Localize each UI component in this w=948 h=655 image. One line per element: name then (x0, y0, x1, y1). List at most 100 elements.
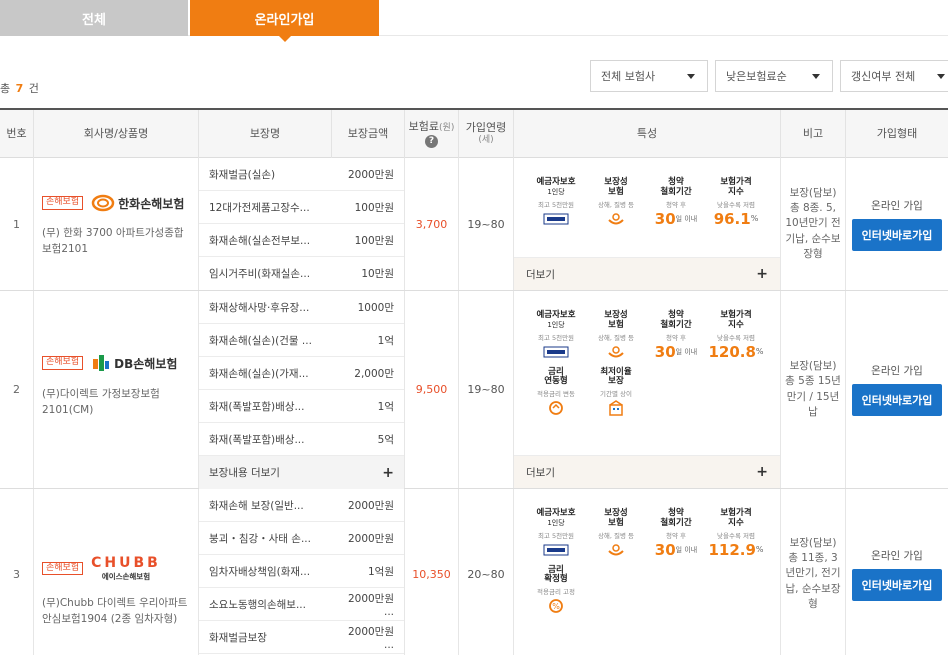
hanwha-logo: 한화손해보험 (91, 194, 184, 212)
feature-price-index: 보험가격 지수 낮을수록 저렴 96.1% (713, 177, 759, 228)
product-name[interactable]: (무)Chubb 다이렉트 우리아파트안심보험1904 (2종 임차자형) (42, 596, 190, 628)
category-badge: 손해보험 (42, 356, 84, 370)
header-amount: 보장금액 (332, 110, 405, 158)
active-tab-caret-icon (278, 36, 291, 42)
premium-value: 9,500 (405, 291, 459, 488)
table-header: 번호 회사명/상품명 보장명 보장금액 보험료(원) ? 가입연령 (세) 특성… (0, 110, 948, 158)
price-index-value: 120.8 (708, 342, 756, 361)
dropdown-arrow-icon (687, 74, 695, 79)
product-table: 번호 회사명/상품명 보장명 보장금액 보험료(원) ? 가입연령 (세) 특성… (0, 108, 948, 655)
renewal-filter-select[interactable]: 갱신여부 전체 (840, 60, 948, 92)
features-more-button[interactable]: 더보기 + (514, 257, 780, 290)
guarantee-hand-icon (608, 212, 624, 225)
company-cell: 손해보험 한화손해보험 (무) 한화 3700 아파트가성종합보험2101 (34, 158, 199, 290)
sort-select[interactable]: 낮은보험료순 (715, 60, 833, 92)
header-premium: 보험료(원) ? (405, 110, 459, 158)
features-cell: 예금자보호 1인당 최고 5천만원 보장성 보험 상해, 질병 등 청약 철회기간 청… (514, 291, 781, 488)
type-cell: 온라인 가입 인터넷바로가입 (846, 158, 948, 290)
deposit-protection-icon (543, 213, 569, 225)
product-tabs: 전체 온라인가입 (0, 0, 948, 42)
company-cell: 손해보험 DB손해보험 (무)다이렉트 가정보장보험2101(CM) (34, 291, 199, 488)
feature-price-index: 보험가격 지수 낮을수록 저렴 120.8% (708, 310, 764, 361)
dropdown-arrow-icon (937, 74, 945, 79)
table-row: 1 손해보험 한화손해보험 (무) 한화 3700 아파트가성종합보험2101 … (0, 158, 948, 291)
db-logo: DB손해보험 (91, 353, 177, 373)
feature-deposit-protection: 예금자보호 1인당 최고 5천만원 (526, 177, 586, 227)
premium-value: 3,700 (405, 158, 459, 290)
db-logo-icon (93, 355, 110, 371)
feature-rate-variable: 금리 연동형 적용금리 변동 (526, 367, 586, 417)
feature-withdraw-period: 청약 철회기간 청약 후 30 일 이내 (654, 177, 698, 228)
header-note: 비고 (781, 110, 846, 158)
min-rate-building-icon (609, 400, 623, 416)
feature-withdraw-period: 청약 철회기간 청약 후 30 일 이내 (654, 508, 698, 559)
result-count-number: 7 (15, 82, 24, 95)
header-coverage: 보장명 (199, 110, 332, 158)
category-badge: 손해보험 (42, 561, 84, 576)
coverage-list: 화재벌금(실손) 2000만원 12대가전제품고장수... 100만원 화재손해(실… (199, 158, 405, 290)
online-join-button[interactable]: 인터넷바로가입 (851, 568, 943, 601)
row-number: 3 (0, 489, 34, 655)
coverage-item: 12대가전제품고장수... 100만원 (199, 191, 404, 224)
features-more-button[interactable]: 더보기 + (514, 455, 780, 488)
result-count: 총 7 건 (0, 82, 39, 95)
feature-guarantee: 보장성 보험 상해, 질병 등 (586, 177, 646, 227)
coverage-more-button[interactable]: 보장내용 더보기 + (199, 456, 404, 489)
feature-min-rate: 최저이율 보장 기간별 상이 (586, 367, 646, 417)
plus-icon: + (756, 464, 768, 480)
header-company: 회사명/상품명 (34, 110, 199, 158)
feature-deposit-protection: 예금자보호 1인당 최고 5천만원 (526, 310, 586, 360)
deposit-protection-icon (543, 544, 569, 556)
row-number: 2 (0, 291, 34, 488)
price-index-value: 96.1 (713, 209, 751, 228)
feature-withdraw-period: 청약 철회기간 청약 후 30 일 이내 (654, 310, 698, 361)
header-type: 가입형태 (876, 126, 918, 140)
coverage-list: 화재손해 보장(일반... 2000만원 붕괴・침강・사태 손... 2000만원 … (199, 489, 405, 655)
premium-value: 10,350 (405, 489, 459, 655)
online-join-button[interactable]: 인터넷바로가입 (851, 218, 943, 251)
feature-price-index: 보험가격 지수 낮을수록 저렴 112.9% (708, 508, 764, 559)
svg-text:%: % (552, 602, 560, 611)
age-range: 19~80 (459, 291, 514, 488)
guarantee-hand-icon (608, 543, 624, 556)
online-join-button[interactable]: 인터넷바로가입 (851, 384, 943, 416)
product-name[interactable]: (무)다이렉트 가정보장보험2101(CM) (42, 387, 190, 419)
type-cell: 온라인 가입 인터넷바로가입 (846, 291, 948, 488)
coverage-item: 화재손해(실손전부보... 100만원 (199, 224, 404, 257)
coverage-item: 화재벌금(실손) 2000만원 (199, 158, 404, 191)
tab-all[interactable]: 전체 (0, 0, 188, 36)
plus-icon: + (756, 266, 768, 282)
insurer-filter-select[interactable]: 전체 보험사 (590, 60, 708, 92)
header-age: 가입연령 (세) (459, 110, 514, 158)
help-icon[interactable]: ? (425, 134, 438, 148)
feature-guarantee: 보장성 보험 상해, 질병 등 (586, 310, 646, 360)
price-index-value: 112.9 (708, 540, 756, 559)
row-number: 1 (0, 158, 34, 290)
header-features: 특성 (514, 110, 781, 158)
note-text: 보장(담보) 총 8종. 5, 10년만기 전기납, 순수보장형 (781, 158, 846, 290)
rate-variable-icon (549, 401, 563, 415)
chubb-logo: CHUBB 에이스손해보험 (91, 555, 161, 581)
note-text: 보장(담보) 총 5종 15년만기 / 15년납 (781, 291, 846, 488)
guarantee-hand-icon (608, 345, 624, 358)
coverage-item: 임시거주비(화재실손... 10만원 (209, 268, 394, 280)
feature-guarantee: 보장성 보험 상해, 질병 등 (586, 508, 646, 558)
product-name[interactable]: (무) 한화 3700 아파트가성종합보험2101 (42, 226, 190, 258)
feature-deposit-protection: 예금자보호 1인당 최고 5천만원 (526, 508, 586, 558)
tab-online-label: 온라인가입 (254, 12, 315, 28)
header-no: 번호 (0, 110, 34, 158)
coverage-list: 화재상해사망·후유장... 1000만 화재손해(실손)(건물 ... 1억 화재손… (199, 291, 405, 489)
features-cell: 예금자보호 1인당 최고 5천만원 보장성 보험 상해, 질병 등 청약 철회기간 청… (514, 489, 781, 655)
company-cell: 손해보험 CHUBB 에이스손해보험 (무)Chubb 다이렉트 우리아파트안심… (34, 489, 199, 655)
tab-online-signup[interactable]: 온라인가입 (190, 0, 379, 42)
feature-rate-fixed: 금리 확정형 적용금리 고정 % (526, 565, 586, 615)
hanwha-logo-icon (91, 194, 115, 212)
deposit-protection-icon (543, 346, 569, 358)
dropdown-arrow-icon (812, 74, 820, 79)
type-cell: 온라인 가입 인터넷바로가입 (846, 489, 948, 655)
note-text: 보장(담보) 총 11종, 3년만기, 전기납, 순수보장형 (781, 489, 846, 655)
features-cell: 예금자보호 1인당 최고 5천만원 보장성 보험 상해, 질병 등 청약 철회기간 청… (514, 158, 781, 290)
age-range: 19~80 (459, 158, 514, 290)
age-range: 20~80 (459, 489, 514, 655)
table-row: 3 손해보험 CHUBB 에이스손해보험 (무)Chubb 다이렉트 우리아파트… (0, 489, 948, 655)
